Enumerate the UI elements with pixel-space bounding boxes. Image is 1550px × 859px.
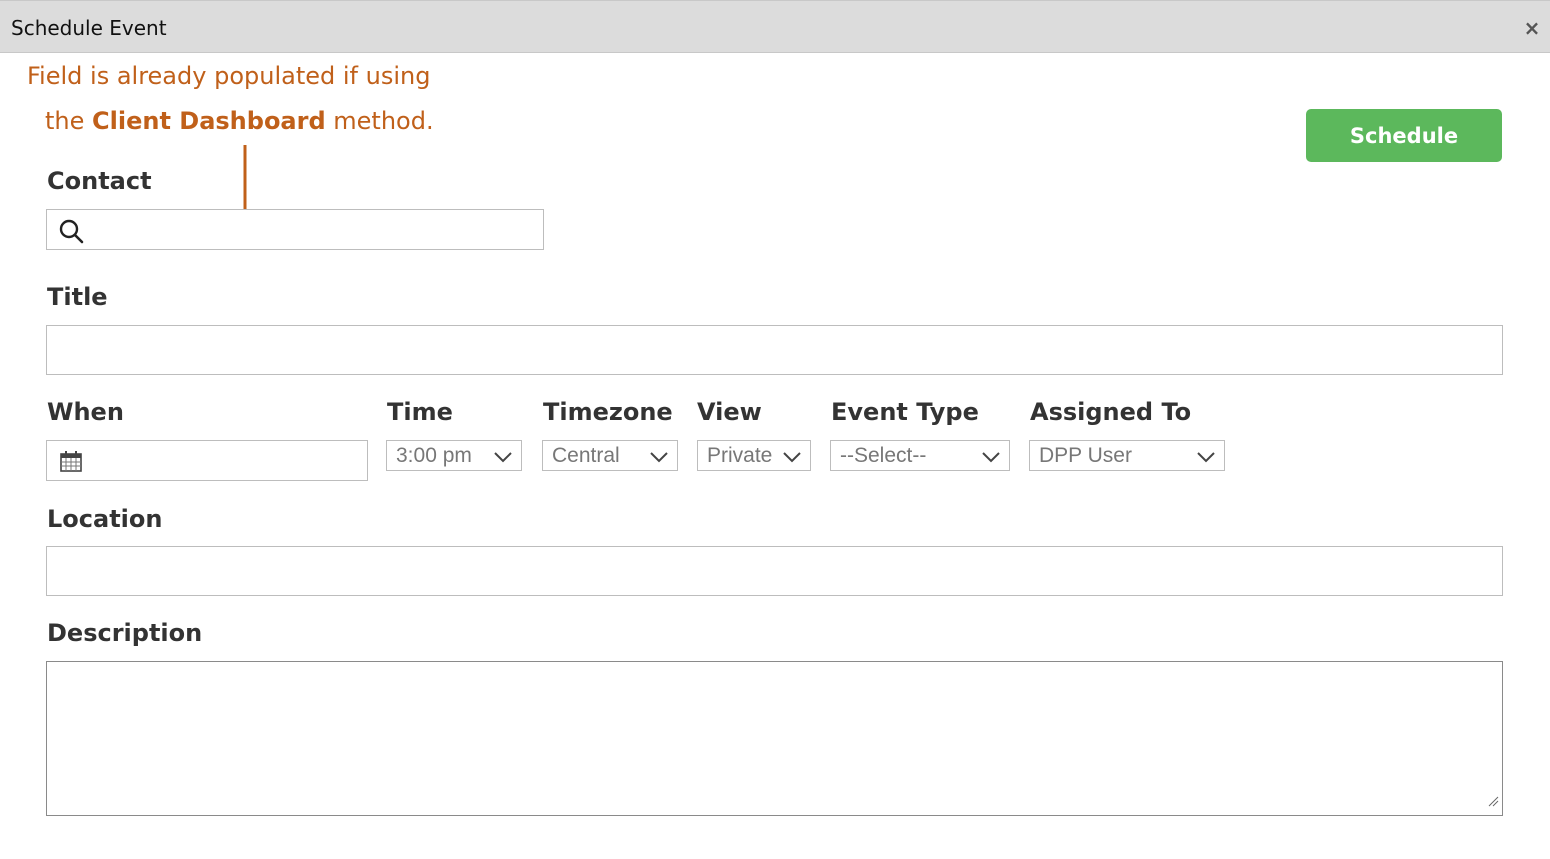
title-label: Title [47,283,108,311]
assigned-to-selected: DPP User [1039,444,1132,467]
callout-line-1: Field is already populated if using [27,62,431,90]
callout-line-2: the Client Dashboard method. [45,107,434,135]
callout-prefix: the [45,107,93,135]
when-label: When [47,398,124,426]
assigned-to-label: Assigned To [1030,398,1192,426]
calendar-icon [60,450,82,477]
description-label: Description [47,619,203,647]
view-label: View [697,398,762,426]
timezone-select[interactable]: Central [542,440,678,471]
callout-suffix: method. [325,107,434,135]
dialog-titlebar: Schedule Event × [0,0,1550,53]
chevron-down-icon [982,450,1000,468]
when-input[interactable] [47,441,367,480]
time-label: Time [387,398,453,426]
chevron-down-icon [494,450,512,468]
schedule-button[interactable]: Schedule [1306,109,1502,162]
location-label: Location [47,505,163,533]
chevron-down-icon [783,450,801,468]
when-field[interactable] [46,440,368,481]
time-selected: 3:00 pm [396,444,472,467]
contact-field[interactable] [46,209,544,250]
location-field[interactable] [46,546,1503,596]
timezone-selected: Central [552,444,620,467]
description-textarea[interactable] [47,662,1502,815]
event-type-label: Event Type [831,398,979,426]
resize-grip-icon[interactable] [1487,794,1499,812]
contact-input[interactable] [47,210,543,249]
timezone-label: Timezone [543,398,673,426]
title-field[interactable] [46,325,1503,375]
close-button[interactable]: × [1522,18,1542,38]
chevron-down-icon [1197,450,1215,468]
event-type-selected: --Select-- [840,444,927,467]
chevron-down-icon [650,450,668,468]
title-input[interactable] [47,326,1502,374]
search-icon [58,218,84,249]
callout-highlight: Client Dashboard [92,107,326,135]
dialog-title: Schedule Event [11,16,167,40]
contact-label: Contact [47,167,152,195]
time-select[interactable]: 3:00 pm [386,440,522,471]
location-input[interactable] [47,547,1502,595]
description-field[interactable] [46,661,1503,816]
view-select[interactable]: Private [697,440,811,471]
view-selected: Private [707,444,773,467]
event-type-select[interactable]: --Select-- [830,440,1010,471]
assigned-to-select[interactable]: DPP User [1029,440,1225,471]
